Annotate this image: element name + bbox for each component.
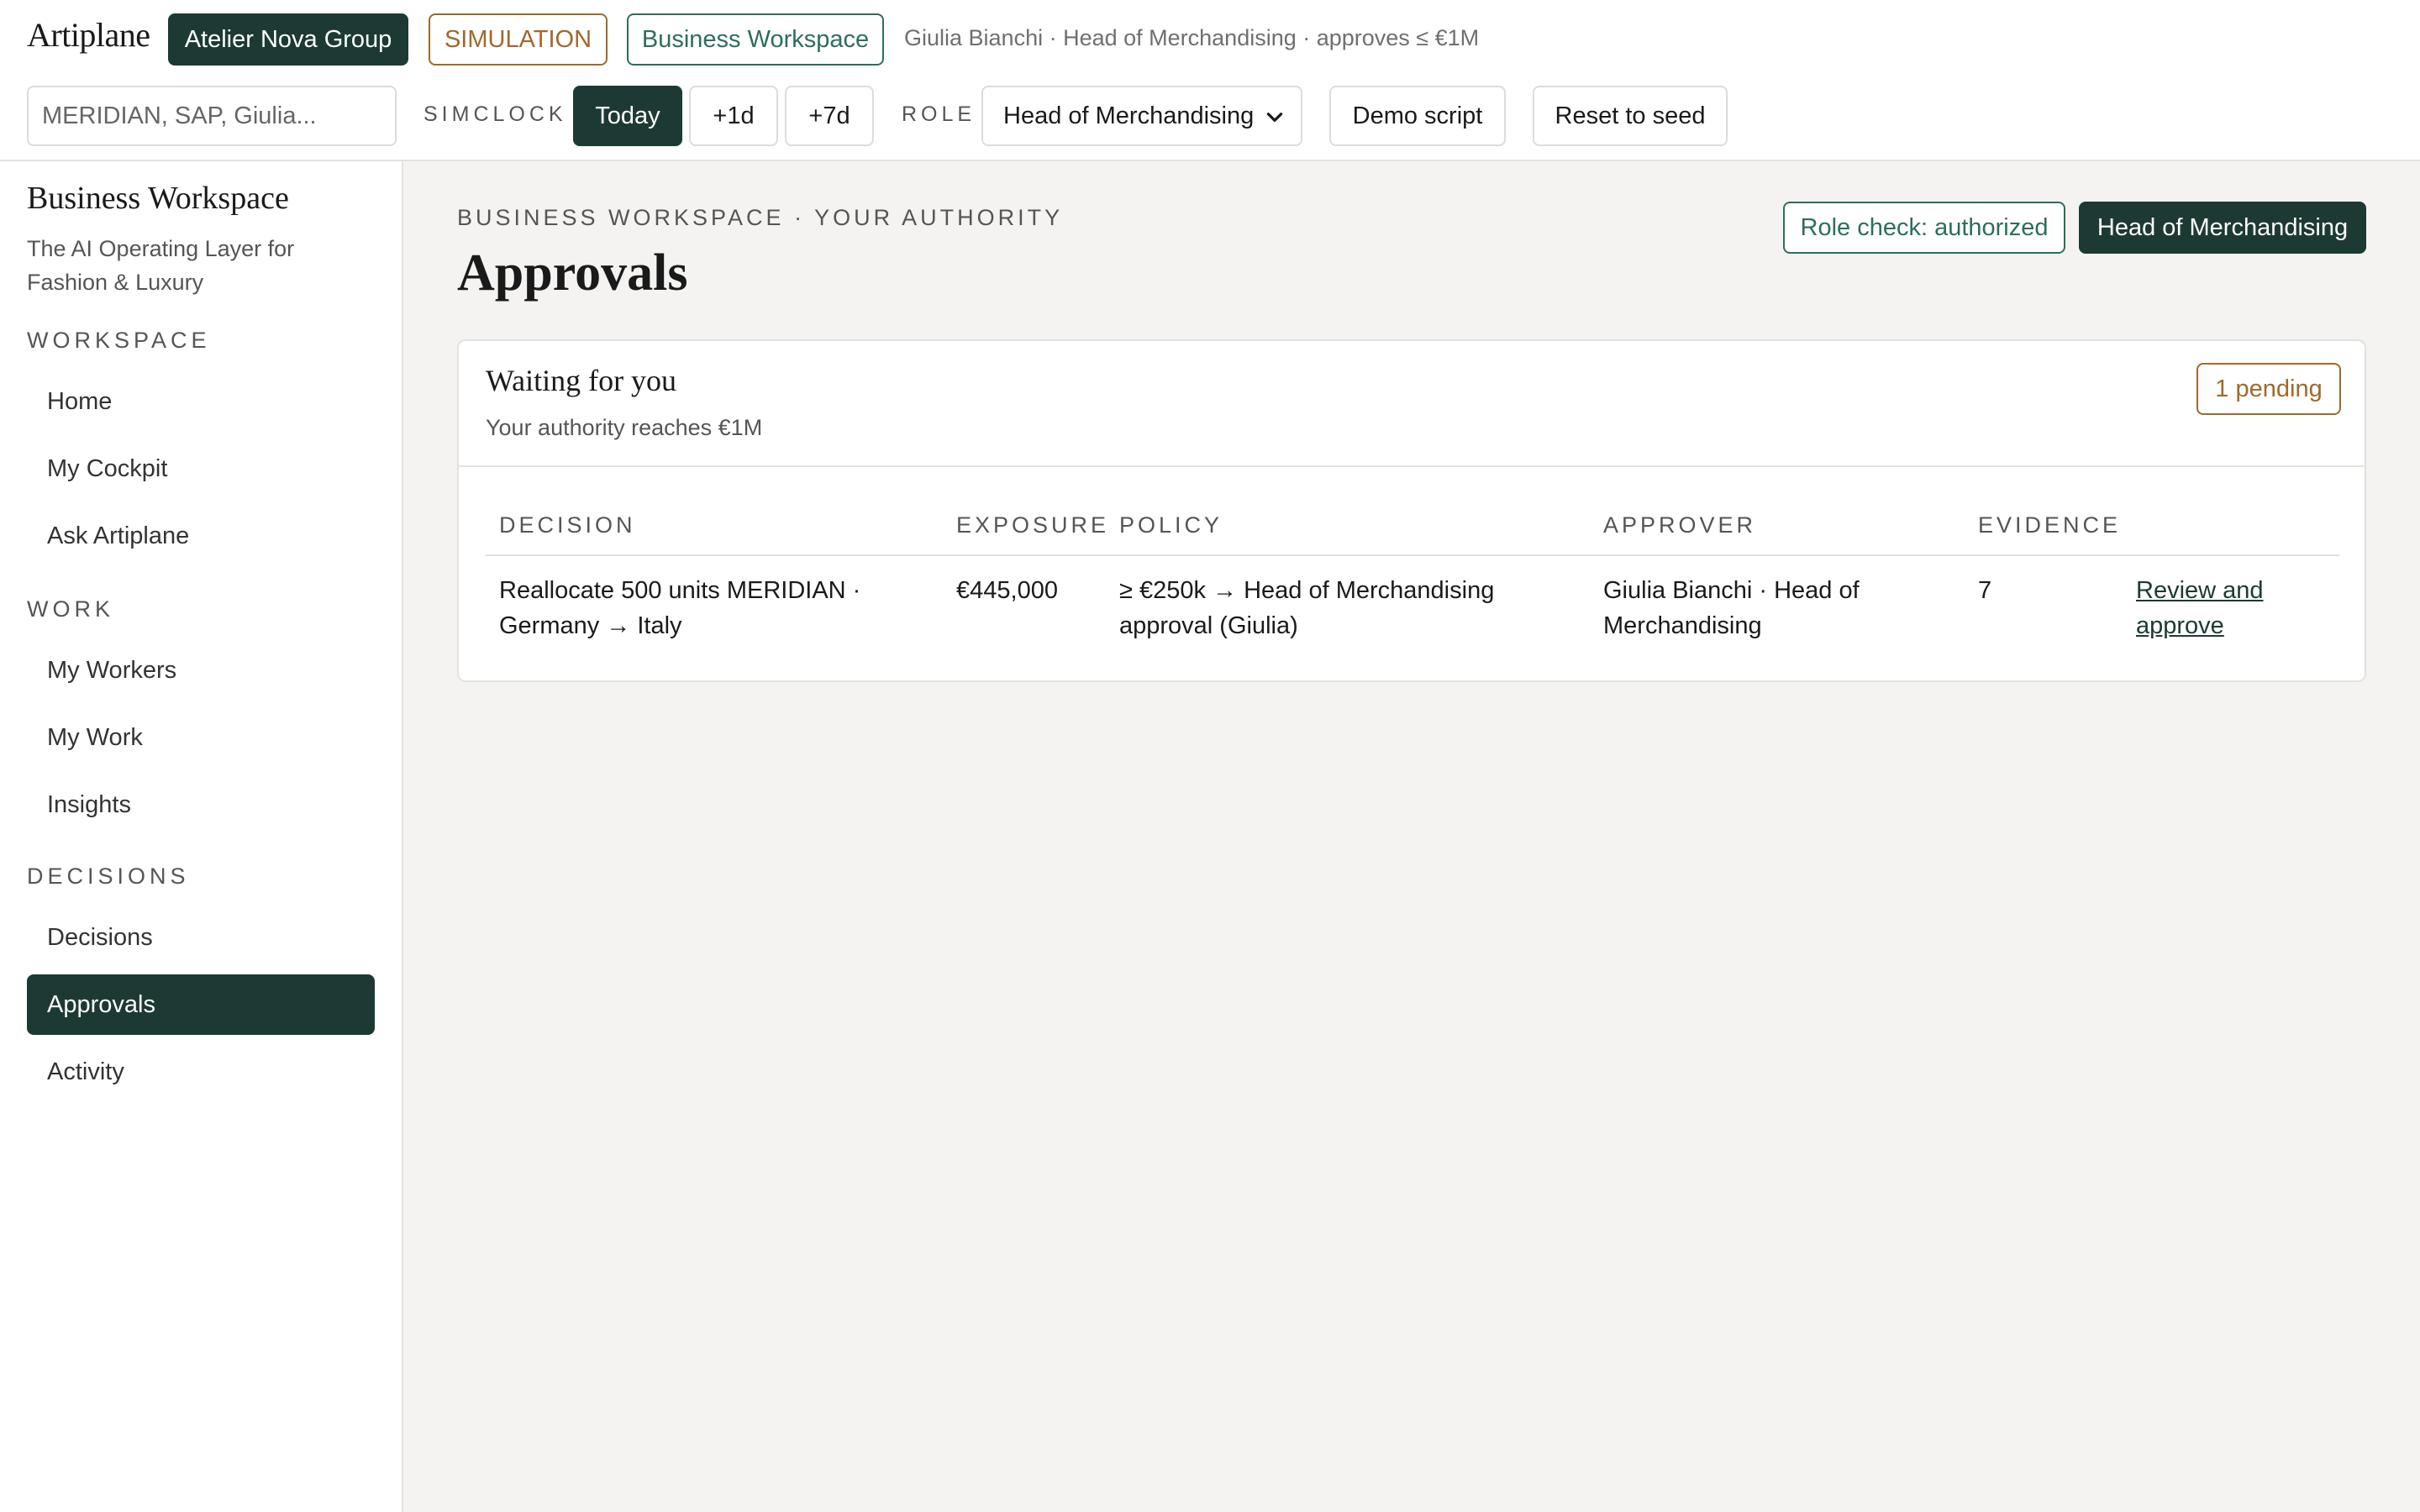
sidebar-item-ask-artiplane[interactable]: Ask Artiplane [27, 506, 375, 566]
role-label: ROLE [902, 102, 976, 126]
cell-decision: Reallocate 500 units MERIDIAN · Germany … [499, 577, 861, 639]
card-title: Waiting for you [486, 364, 677, 397]
reset-to-seed-button[interactable]: Reset to seed [1533, 86, 1728, 146]
column-header-decision: DECISION [499, 512, 636, 538]
cell-approver: Giulia Bianchi · Head of Merchandising [1603, 577, 1860, 639]
column-header-policy: POLICY [1119, 512, 1223, 538]
sidebar-tagline: The AI Operating Layer for Fashion & Lux… [27, 236, 295, 295]
role-select-value: Head of Merchandising [1003, 102, 1255, 129]
simclock-today-button[interactable]: Today [573, 86, 682, 146]
chevron-down-icon [1266, 113, 1283, 122]
column-header-approver: APPROVER [1603, 512, 1757, 538]
table-header-divider [486, 554, 2339, 556]
sidebar-item-my-work[interactable]: My Work [27, 707, 375, 768]
simclock-label: SIMCLOCK [424, 102, 567, 126]
sidebar-item-approvals[interactable]: Approvals [27, 974, 375, 1035]
sidebar-item-activity[interactable]: Activity [27, 1042, 375, 1102]
sidebar-title: Business Workspace [27, 181, 289, 216]
simulation-chip: SIMULATION [429, 13, 608, 66]
role-badge: Head of Merchandising [2079, 202, 2366, 254]
review-and-approve-link[interactable]: Review and approve [2136, 573, 2321, 643]
pending-count-badge: 1 pending [2196, 363, 2341, 415]
card-subtitle: Your authority reaches €1M [486, 415, 763, 440]
sidebar-section-workspace: WORKSPACE [27, 328, 211, 353]
sidebar-item-decisions[interactable]: Decisions [27, 907, 375, 968]
role-select[interactable]: Head of Merchandising [981, 86, 1302, 146]
breadcrumb: BUSINESS WORKSPACE · YOUR AUTHORITY [457, 205, 1064, 230]
search-input[interactable] [27, 86, 397, 146]
sidebar-section-work: WORK [27, 596, 114, 622]
simclock-plus-1d-button[interactable]: +1d [689, 86, 778, 146]
sidebar-section-decisions: DECISIONS [27, 864, 190, 889]
cell-evidence: 7 [1978, 577, 1992, 604]
card-header: Waiting for you Your authority reaches €… [459, 341, 2365, 467]
sidebar-item-home[interactable]: Home [27, 371, 375, 432]
sidebar: Business Workspace The AI Operating Laye… [0, 161, 403, 1512]
org-chip[interactable]: Atelier Nova Group [168, 13, 408, 66]
role-check-badge: Role check: authorized [1783, 202, 2065, 254]
simclock-plus-7d-button[interactable]: +7d [785, 86, 874, 146]
sidebar-item-my-workers[interactable]: My Workers [27, 640, 375, 701]
column-header-evidence: EVIDENCE [1978, 512, 2122, 538]
brand-logo[interactable]: Artiplane [27, 15, 150, 55]
cell-exposure: €445,000 [956, 577, 1058, 604]
demo-script-button[interactable]: Demo script [1329, 86, 1506, 146]
column-header-exposure: EXPOSURE [956, 512, 1110, 538]
sidebar-item-insights[interactable]: Insights [27, 774, 375, 835]
cell-policy: ≥ €250k → Head of Merchandising approval… [1119, 577, 1495, 639]
sidebar-item-my-cockpit[interactable]: My Cockpit [27, 438, 375, 499]
user-info: Giulia Bianchi · Head of Merchandising ·… [904, 25, 1480, 50]
approvals-card: Waiting for you Your authority reaches €… [457, 339, 2366, 682]
workspace-chip[interactable]: Business Workspace [627, 13, 884, 66]
page-title: Approvals [457, 244, 688, 302]
top-bar: Artiplane Atelier Nova Group SIMULATION … [0, 0, 2420, 161]
